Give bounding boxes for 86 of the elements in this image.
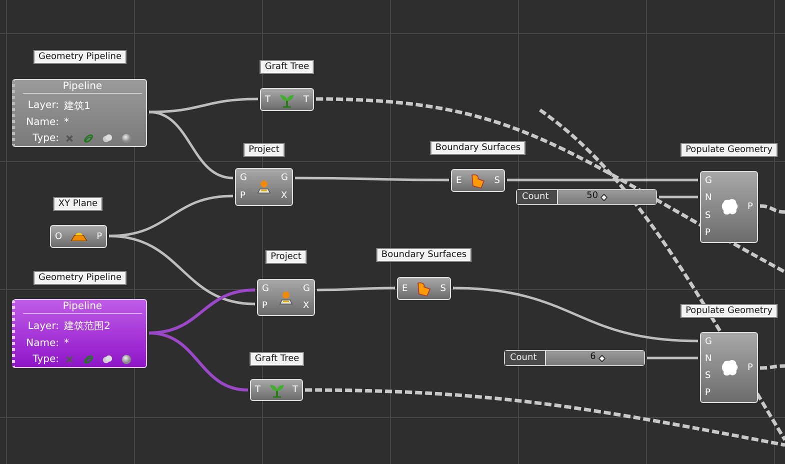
- port-label: P: [96, 232, 102, 242]
- port-label: N: [705, 193, 712, 204]
- slider-thumb[interactable]: [600, 194, 608, 201]
- port-label: S: [705, 210, 712, 221]
- component-tag: Boundary Surfaces: [430, 141, 526, 155]
- port-label: P: [748, 202, 753, 212]
- sprout-icon: [268, 382, 284, 398]
- curve-icon: [83, 132, 94, 144]
- component-tag: Project: [266, 250, 306, 264]
- component-tag: Project: [244, 143, 284, 157]
- component-tag: Graft Tree: [260, 60, 314, 74]
- slider-value: 50: [586, 191, 598, 201]
- sphere-icon: [121, 354, 132, 365]
- port-label: T: [265, 94, 270, 104]
- field-label: Type:: [32, 132, 59, 144]
- field-value: 建筑1: [64, 100, 90, 113]
- slider-thumb[interactable]: [598, 355, 606, 362]
- field-value: 建筑范围2: [64, 320, 110, 333]
- component-tag: XY Plane: [53, 197, 103, 211]
- component-node[interactable]: G N S P P: [700, 171, 758, 243]
- port-label: G: [281, 173, 288, 183]
- port-label: G: [262, 284, 269, 294]
- field-label: Name:: [25, 117, 59, 128]
- curve-icon: [83, 354, 94, 365]
- port-label: P: [262, 301, 268, 312]
- shape-icon: [102, 354, 113, 365]
- port-label: P: [705, 228, 712, 238]
- port-label: T: [255, 385, 260, 395]
- component-node[interactable]: G P G X: [257, 279, 315, 316]
- number-slider[interactable]: Count 50: [516, 189, 657, 205]
- port-label: X: [281, 191, 288, 201]
- projection-icon: [256, 179, 272, 195]
- component-node[interactable]: G P G X: [235, 168, 293, 206]
- port-label: O: [55, 232, 62, 242]
- cross-icon: [64, 132, 75, 144]
- sphere-icon: [121, 132, 132, 144]
- component-node[interactable]: T T: [260, 88, 314, 111]
- port-label: E: [456, 176, 462, 186]
- port-label: X: [303, 301, 310, 312]
- port-label: P: [705, 388, 712, 398]
- component-tag: Geometry Pipeline: [34, 50, 126, 64]
- port-label: P: [748, 362, 753, 372]
- blob-icon: [720, 197, 740, 217]
- node-title: Pipeline: [23, 301, 142, 314]
- field-label: Layer:: [26, 320, 59, 332]
- field-value: *: [64, 117, 69, 128]
- port-label: S: [494, 176, 500, 186]
- pipeline-node[interactable]: Pipeline Layer: 建筑1 Name: * Type:: [12, 79, 147, 147]
- port-label: E: [402, 284, 408, 294]
- projection-icon: [278, 290, 294, 306]
- component-tag: Boundary Surfaces: [376, 248, 472, 262]
- component-tag: Populate Geometry: [680, 143, 778, 157]
- port-label: T: [304, 94, 309, 104]
- port-label: S: [440, 284, 446, 294]
- plane-icon: [71, 232, 88, 241]
- field-label: Type:: [32, 354, 59, 365]
- component-node[interactable]: E S: [451, 169, 505, 192]
- port-label: P: [240, 191, 246, 201]
- slider-label: Count: [517, 190, 557, 204]
- number-slider[interactable]: Count 6: [504, 350, 645, 366]
- component-tag: Geometry Pipeline: [34, 271, 126, 285]
- port-label: S: [705, 371, 712, 382]
- component-node[interactable]: O P: [50, 225, 107, 248]
- slider-value: 6: [590, 352, 596, 362]
- field-value: *: [64, 338, 69, 349]
- port-label: N: [705, 354, 712, 364]
- component-node[interactable]: T T: [250, 379, 303, 401]
- surface-icon: [416, 280, 432, 296]
- port-label: G: [705, 176, 712, 186]
- port-label: G: [303, 284, 310, 294]
- port-label: G: [240, 173, 247, 183]
- cross-icon: [64, 354, 75, 365]
- component-node[interactable]: E S: [397, 277, 451, 300]
- pipeline-node[interactable]: Pipeline Layer: 建筑范围2 Name: * Type:: [12, 299, 147, 368]
- component-tag: Graft Tree: [250, 352, 304, 366]
- component-node[interactable]: G N S P P: [700, 332, 758, 403]
- blob-icon: [720, 358, 740, 378]
- port-label: T: [292, 385, 298, 395]
- component-tag: Populate Geometry: [680, 304, 778, 318]
- surface-icon: [470, 172, 486, 188]
- field-label: Layer:: [26, 100, 59, 112]
- port-label: G: [705, 336, 712, 347]
- slider-label: Count: [505, 351, 545, 365]
- node-title: Pipeline: [23, 81, 142, 94]
- field-label: Name:: [25, 338, 59, 349]
- shape-icon: [102, 132, 113, 144]
